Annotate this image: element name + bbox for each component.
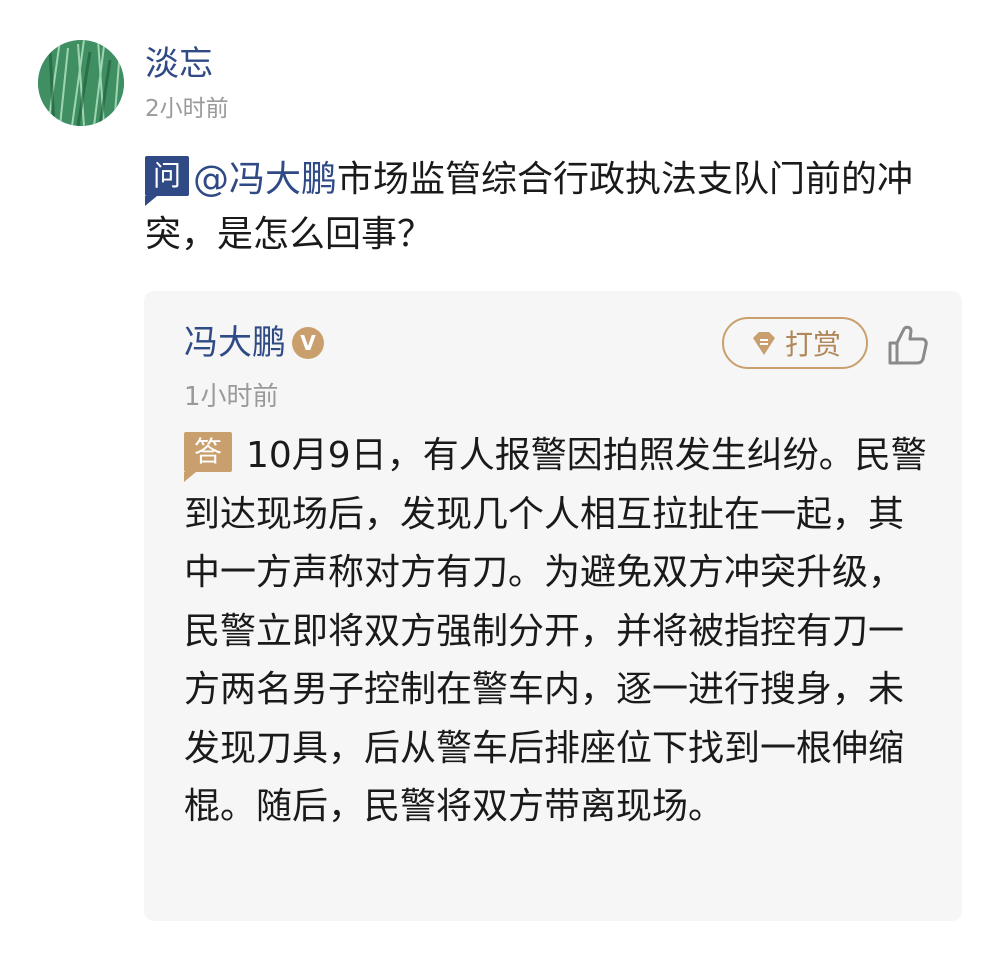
answer-badge: 答 <box>184 432 232 482</box>
asker-timestamp: 2小时前 <box>145 96 229 122</box>
gem-icon <box>749 328 779 358</box>
asker-avatar[interactable] <box>38 40 124 126</box>
qa-page: 淡忘 2小时前 问 @冯大鹏市场监管综合行政执法支队门前的冲突，是怎么回事？ 冯大… <box>0 0 1000 962</box>
answer-timestamp: 1小时前 <box>184 382 279 412</box>
grass-avatar-icon <box>38 40 124 126</box>
question-badge: 问 <box>145 156 189 206</box>
answer-text: 答 10月9日，有人报警因拍照发生纠纷。民警到达现场后，发现几个人相互拉扯在一起，… <box>184 427 934 837</box>
tip-button[interactable]: 打赏 <box>722 317 868 369</box>
answer-card: 冯大鹏 V 打赏 1小时前 答 10月9日，有人报警因拍照发生纠纷。民警到达现场后… <box>144 291 962 921</box>
question-text: 问 @冯大鹏市场监管综合行政执法支队门前的冲突，是怎么回事？ <box>145 152 945 262</box>
asker-name[interactable]: 淡忘 <box>145 42 213 86</box>
tip-label: 打赏 <box>784 329 841 360</box>
answerer-name[interactable]: 冯大鹏 <box>184 321 286 365</box>
mention-link[interactable]: @冯大鹏 <box>193 159 337 200</box>
answer-body: 10月9日，有人报警因拍照发生纠纷。民警到达现场后，发现几个人相互拉扯在一起，其… <box>184 435 927 827</box>
thumbs-up-icon <box>888 325 928 365</box>
like-button[interactable] <box>884 321 932 369</box>
verified-icon: V <box>292 327 324 359</box>
